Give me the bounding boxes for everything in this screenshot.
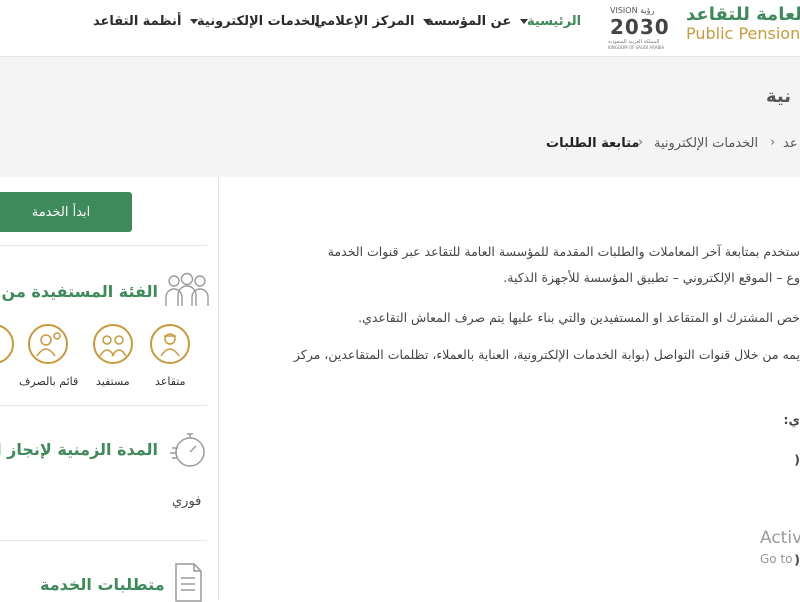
service-sidebar: [0, 177, 219, 600]
page-title: نية: [766, 86, 792, 107]
start-service-button[interactable]: ابدأ الخدمة: [0, 192, 132, 232]
beneficiary-heading: الفئة المستفيدة من ا: [0, 282, 158, 301]
description-line-1: ستخدم بمتابعة آخر المعاملات والطلبات الم…: [327, 244, 800, 259]
chevron-down-icon: [189, 19, 198, 24]
vision-2030-logo: VISION رؤية 2030 المملكة العربية السعودي…: [606, 6, 676, 50]
chevron-down-icon: [422, 19, 431, 24]
retiree-icon: [150, 324, 190, 364]
divider: [0, 540, 207, 541]
nav-systems-label: أنظمة التقاعد: [93, 14, 182, 29]
site-header: العامة للتقاعد Public Pension VISION رؤي…: [0, 0, 800, 57]
nav-home[interactable]: الرئيسية: [527, 14, 581, 29]
breadcrumb-first[interactable]: عد: [783, 136, 798, 151]
chevron-down-icon: [519, 19, 528, 24]
section-label-fragment: ي:: [783, 412, 800, 427]
category-beneficiary-label: مستفيد: [96, 375, 130, 388]
category-retiree-label: متقاعد: [155, 375, 186, 388]
duration-value: فوري: [172, 494, 202, 509]
activation-watermark-title: Activ: [760, 528, 800, 548]
description-line-4: يمه من خلال قنوات التواصل (بوابة الخدمات…: [293, 347, 800, 362]
nav-eservices[interactable]: الخدمات الإلكترونية: [197, 14, 320, 29]
nav-media[interactable]: المركز الإعلامي: [314, 14, 431, 29]
document-icon: [175, 563, 202, 602]
payee-icon: [28, 324, 68, 364]
beneficiary-icon: [93, 324, 133, 364]
breadcrumb-separator: ›: [770, 135, 776, 150]
logo-english[interactable]: Public Pension: [686, 24, 800, 43]
nav-retirement-systems[interactable]: أنظمة التقاعد: [93, 14, 198, 29]
description-line-2: وع – الموقع الإلكتروني – تطبيق المؤسسة ل…: [503, 270, 800, 285]
list-fragment-2: (: [794, 552, 800, 567]
breadcrumb-current: متابعة الطلبات: [546, 136, 640, 151]
nav-media-label: المركز الإعلامي: [314, 14, 415, 29]
vision-top-text: VISION رؤية: [610, 6, 655, 15]
logo-arabic[interactable]: العامة للتقاعد: [686, 4, 800, 25]
start-service-label: ابدأ الخدمة: [31, 204, 91, 220]
list-fragment-1: (: [794, 452, 800, 467]
people-group-icon: [165, 272, 209, 306]
breadcrumb-eservices[interactable]: الخدمات الإلكترونية: [654, 136, 758, 151]
nav-about[interactable]: عن المؤسسة: [426, 14, 528, 29]
requirements-heading: متطلبات الخدمة: [40, 575, 165, 594]
nav-about-label: عن المؤسسة: [426, 14, 512, 29]
category-payee-label: قائم بالصرف: [19, 375, 79, 388]
vision-year: 2030: [610, 15, 670, 39]
title-band: [0, 57, 800, 177]
vision-subtitle-en: KINGDOM OF SAUDI ARABIA: [608, 45, 665, 50]
stopwatch-icon: [170, 433, 205, 467]
divider: [0, 245, 207, 246]
activation-watermark-subtitle: Go to: [760, 552, 793, 566]
description-line-3: خص المشترك او المتقاعد او المستفيدين وال…: [358, 310, 800, 325]
duration-heading: المدة الزمنية لإنجاز ال: [0, 440, 158, 459]
divider: [0, 405, 207, 406]
